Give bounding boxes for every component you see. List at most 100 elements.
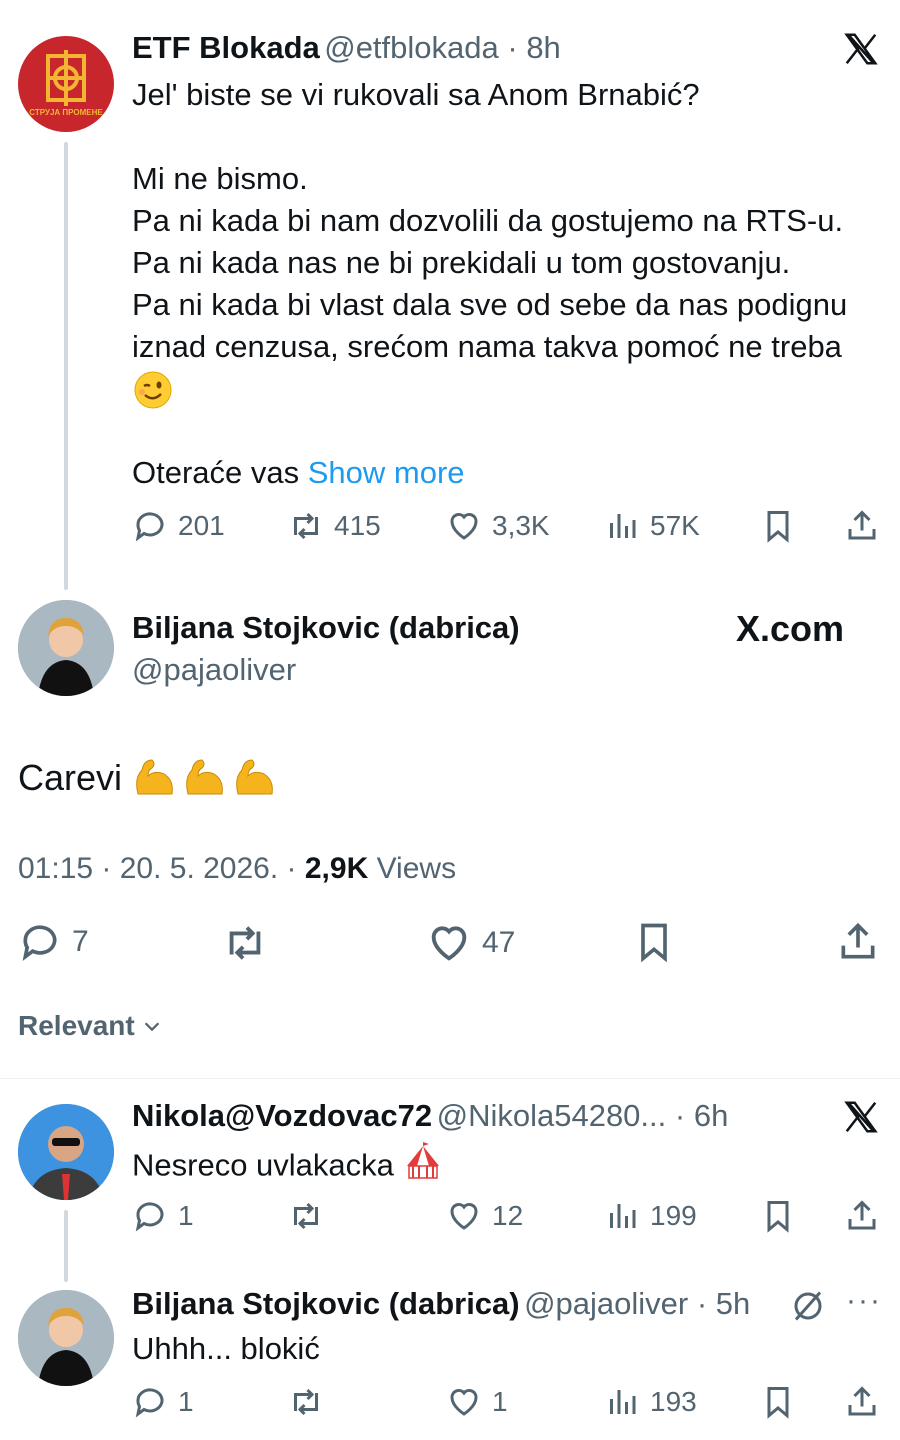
tweet-time[interactable]: 5h (716, 1286, 750, 1321)
reply-count: 1 (178, 1200, 194, 1231)
reply-icon (135, 1388, 164, 1418)
author-handle[interactable]: @Nikola54280... (437, 1098, 667, 1133)
repost-count: 415 (334, 510, 381, 541)
author-handle[interactable]: @pajaoliver (132, 652, 296, 688)
avatar[interactable] (18, 1104, 114, 1200)
reply1-header: Nikola@Vozdovac72 @Nikola54280... · 6h (132, 1098, 729, 1133)
etf-avatar-caption: СТРУЈА ПРОМЕНЕ (29, 108, 103, 117)
reply-count: 1 (178, 1386, 194, 1417)
like-button[interactable]: 47 (426, 920, 515, 966)
tweet-line (132, 116, 892, 158)
etf-avatar[interactable]: СТРУЈА ПРОМЕНЕ (18, 36, 114, 132)
etf-logo-icon (46, 50, 86, 106)
reply-button[interactable]: 201 (132, 508, 225, 544)
sort-dropdown[interactable]: Relevant (18, 1010, 163, 1042)
share-icon (848, 510, 876, 540)
tweet-time[interactable]: 6h (694, 1098, 728, 1133)
repost-button[interactable] (288, 1384, 324, 1420)
flexed-biceps-icon (132, 754, 280, 807)
like-button[interactable]: 12 (446, 1198, 523, 1234)
bookmark-icon (641, 923, 667, 963)
winking-face-icon (134, 371, 172, 409)
tweet-line: Pa ni kada bi nam dozvolili da gostujemo… (132, 203, 844, 238)
author-handle[interactable]: @etfblokada (324, 30, 499, 65)
share-icon (841, 922, 875, 959)
reply-icon (135, 512, 164, 542)
repost-button[interactable] (222, 920, 268, 966)
views-button[interactable]: 199 (604, 1198, 697, 1234)
reply-icon (135, 1202, 164, 1232)
views-count: 199 (650, 1200, 697, 1231)
grok-icon[interactable] (790, 1288, 826, 1324)
like-count: 1 (492, 1386, 508, 1417)
like-count: 47 (482, 926, 516, 959)
user-photo-icon (18, 600, 114, 696)
author-name[interactable]: Biljana Stojkovic (dabrica) (132, 610, 520, 646)
reply-button[interactable]: 7 (18, 920, 89, 964)
x-logo-icon (844, 33, 878, 65)
thread-line (64, 142, 68, 590)
analytics-icon (610, 1390, 636, 1414)
tweet-meta: 01:15 · 20. 5. 2026. · 2,9K Views (18, 852, 456, 886)
share-button[interactable] (836, 920, 880, 964)
reply-button[interactable]: 1 (132, 1384, 194, 1420)
heart-icon (450, 513, 478, 540)
user-photo-icon (18, 1290, 114, 1386)
thread-line (64, 1210, 68, 1282)
views-count: 57K (650, 510, 700, 541)
heart-icon (450, 1203, 478, 1230)
like-button[interactable]: 1 (446, 1384, 508, 1420)
divider (0, 1078, 900, 1079)
like-count: 12 (492, 1200, 524, 1231)
avatar[interactable] (18, 1290, 114, 1386)
tweet-line: Mi ne bismo. (132, 161, 308, 196)
repost-button[interactable] (288, 1198, 324, 1234)
tweet-text: Uhhh... blokić (132, 1331, 320, 1366)
views-count[interactable]: 2,9K (305, 852, 368, 885)
bookmark-icon (767, 1387, 789, 1419)
show-more-link[interactable]: Show more (308, 455, 465, 490)
reply-button[interactable]: 1 (132, 1198, 194, 1234)
tweet1-body: Jel' biste se vi rukovali sa Anom Brnabi… (132, 74, 892, 368)
tweet-line: Jel' biste se vi rukovali sa Anom Brnabi… (132, 77, 700, 112)
analytics-icon (610, 514, 636, 538)
author-name[interactable]: ETF Blokada (132, 30, 320, 65)
repost-icon (294, 512, 318, 540)
tweet-line: Pa ni kada nas ne bi prekidali u tom gos… (132, 245, 791, 280)
like-button[interactable]: 3,3K (446, 508, 550, 544)
share-button[interactable] (844, 508, 880, 544)
repost-icon (294, 1202, 318, 1230)
views-button[interactable]: 193 (604, 1384, 697, 1420)
views-count: 193 (650, 1386, 697, 1417)
bookmark-button[interactable] (760, 1384, 796, 1420)
reply2-header: Biljana Stojkovic (dabrica) @pajaoliver … (132, 1286, 751, 1321)
x-logo-icon (844, 1101, 878, 1133)
repost-icon (294, 1388, 318, 1416)
sort-label: Relevant (18, 1010, 135, 1041)
bookmark-button[interactable] (760, 1198, 796, 1234)
bookmark-icon (767, 511, 789, 543)
reply-count: 201 (178, 510, 225, 541)
share-button[interactable] (844, 1384, 880, 1420)
tweet-text: Nesreco uvlakacka (132, 1147, 394, 1183)
tweet-time[interactable]: 8h (526, 30, 560, 65)
repost-button[interactable]: 415 (288, 508, 381, 544)
more-options-icon[interactable]: ··· (846, 1284, 882, 1318)
views-button[interactable]: 57K (604, 508, 700, 544)
repost-icon (229, 926, 261, 960)
bookmark-button[interactable] (632, 920, 676, 964)
avatar[interactable] (18, 600, 114, 696)
reply-icon (22, 925, 57, 962)
author-handle[interactable]: @pajaoliver (524, 1286, 688, 1321)
xcom-brand: X.com (736, 608, 845, 649)
author-name[interactable]: Biljana Stojkovic (dabrica) (132, 1286, 520, 1321)
bookmark-button[interactable] (760, 508, 796, 544)
reply-count: 7 (72, 925, 89, 958)
author-name[interactable]: Nikola@Vozdovac72 (132, 1098, 432, 1133)
user-photo-icon (18, 1104, 114, 1200)
share-button[interactable] (844, 1198, 880, 1234)
share-icon (848, 1386, 876, 1416)
views-label: Views (368, 852, 457, 885)
timestamp[interactable]: 01:15 · 20. 5. 2026. · (18, 852, 305, 885)
tweet-line: Pa ni kada bi vlast dala sve od sebe da … (132, 287, 848, 322)
